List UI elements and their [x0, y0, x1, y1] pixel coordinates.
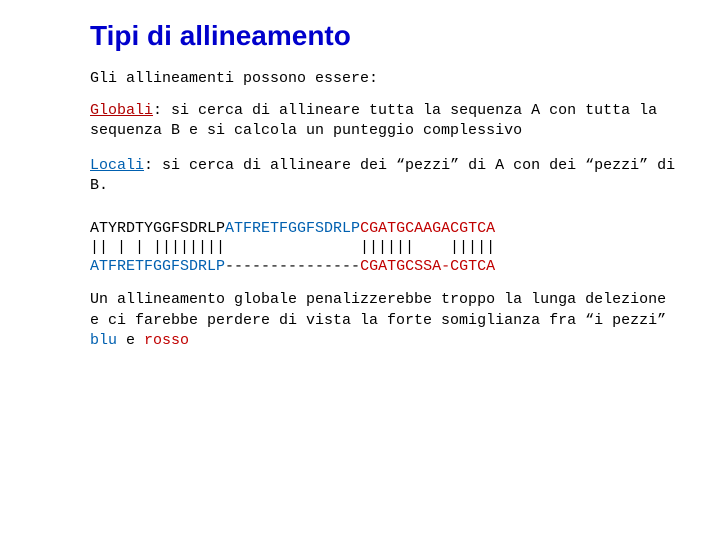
- globali-label: Globali: [90, 102, 153, 119]
- closing-blue: blu: [90, 332, 117, 349]
- alignment-bars: || | | |||||||| |||||| |||||: [90, 239, 680, 258]
- locali-block: Locali: si cerca di allineare dei “pezzi…: [90, 156, 680, 197]
- globali-block: Globali: si cerca di allineare tutta la …: [90, 101, 680, 142]
- alignment-block: ATYRDTYGGFSDRLPATFRETFGGFSDRLPCGATGCAAGA…: [90, 220, 680, 276]
- closing-mid: e: [117, 332, 144, 349]
- intro-text: Gli allineamenti possono essere:: [90, 70, 680, 87]
- closing-red: rosso: [144, 332, 189, 349]
- closing-text: Un allineamento globale penalizzerebbe t…: [90, 290, 680, 351]
- top-seg2: ATFRETFGGFSDRLP: [225, 220, 360, 237]
- top-seg3: CGATGCAAGACGTCA: [360, 220, 495, 237]
- locali-label: Locali: [90, 157, 144, 174]
- alignment-top: ATYRDTYGGFSDRLPATFRETFGGFSDRLPCGATGCAAGA…: [90, 220, 680, 239]
- page-title: Tipi di allineamento: [90, 20, 680, 52]
- bottom-seg1: ATFRETFGGFSDRLP: [90, 258, 225, 275]
- slide: Tipi di allineamento Gli allineamenti po…: [0, 0, 720, 540]
- bottom-seg3: CGATGCSSA-CGTCA: [360, 258, 495, 275]
- closing-pre: Un allineamento globale penalizzerebbe t…: [90, 291, 666, 328]
- bottom-seg2: ---------------: [225, 258, 360, 275]
- top-seg1: ATYRDTYGGFSDRLP: [90, 220, 225, 237]
- alignment-bottom: ATFRETFGGFSDRLP---------------CGATGCSSA-…: [90, 258, 680, 277]
- globali-text: : si cerca di allineare tutta la sequenz…: [90, 102, 657, 139]
- locali-text: : si cerca di allineare dei “pezzi” di A…: [90, 157, 675, 194]
